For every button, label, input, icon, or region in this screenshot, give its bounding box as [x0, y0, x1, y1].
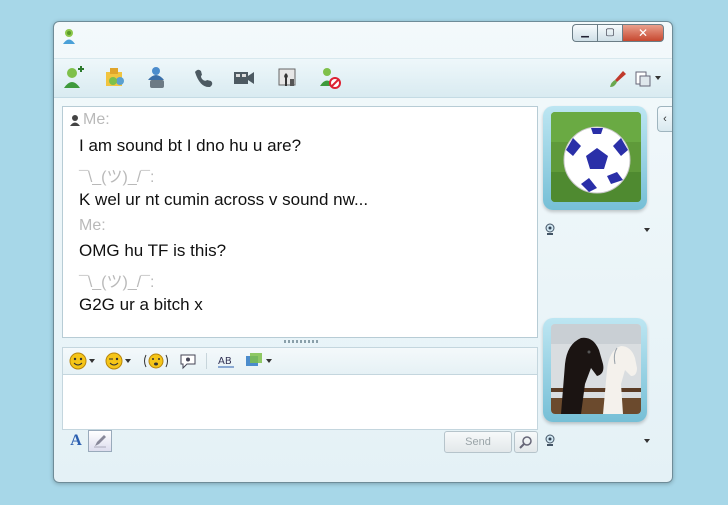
nudge-icon[interactable]	[143, 352, 169, 370]
user-display-picture	[551, 324, 641, 414]
message-text: OMG hu TF is this?	[79, 241, 227, 260]
toolbar-separator	[206, 353, 207, 369]
message-sender: ¯\_(ツ)_/¯:	[79, 169, 155, 186]
wink-dropdown-caret[interactable]	[125, 359, 131, 363]
message-text: G2G ur a bitch x	[79, 295, 203, 314]
paint-brush-icon[interactable]	[609, 70, 627, 88]
chevron-left-icon: ‹	[663, 113, 667, 125]
block-contact-icon[interactable]	[318, 66, 342, 90]
video-call-icon[interactable]	[232, 66, 256, 90]
emoticon-dropdown-caret[interactable]	[89, 359, 95, 363]
close-button[interactable]: ✕	[622, 24, 664, 42]
message-input[interactable]	[62, 374, 538, 430]
compose-toolbar: AB	[62, 347, 538, 374]
background-dropdown-caret[interactable]	[266, 359, 272, 363]
maximize-button[interactable]: ▢	[597, 24, 622, 42]
message-text: I am sound bt I dno hu u are?	[79, 136, 302, 155]
search-icon	[519, 436, 532, 449]
close-icon: ✕	[637, 26, 649, 40]
pane-splitter[interactable]	[284, 340, 318, 343]
menu-dropdown-caret[interactable]	[655, 76, 661, 80]
conversation-history: Me: I am sound bt I dno hu u are? ¯\_(ツ)…	[62, 106, 538, 338]
collapse-pane-button[interactable]: ‹	[657, 106, 672, 132]
message-text: K wel ur nt cumin across v sound nw...	[79, 190, 369, 209]
contact-display-picture	[551, 112, 641, 202]
font-icon[interactable]: AB	[217, 352, 235, 370]
phone-icon[interactable]	[192, 66, 216, 90]
maximize-icon: ▢	[605, 27, 615, 38]
menu-icon[interactable]	[634, 70, 652, 88]
window-controls: ▁ ▢ ✕	[572, 24, 664, 42]
contact-display-picture-frame[interactable]	[543, 106, 647, 210]
title-bar: ▁ ▢ ✕	[54, 22, 672, 52]
send-button[interactable]: Send	[444, 431, 512, 453]
message-sender: Me:	[83, 111, 110, 128]
background-icon[interactable]	[245, 352, 263, 370]
pen-icon	[94, 435, 106, 448]
font-button[interactable]: A	[66, 431, 86, 451]
compose-bottom-bar: A Send	[62, 430, 538, 454]
webcam-icon[interactable]	[544, 223, 556, 235]
conversation-toolbar	[54, 58, 672, 98]
search-button[interactable]	[514, 431, 538, 453]
messenger-buddy-icon	[63, 29, 75, 44]
handwriting-button[interactable]	[88, 430, 112, 452]
user-status-icon	[70, 115, 80, 126]
horses-image	[551, 324, 641, 414]
svg-text:AB: AB	[218, 356, 232, 367]
voice-clip-icon[interactable]	[179, 352, 197, 370]
user-display-picture-frame[interactable]	[543, 318, 647, 422]
webcam-icon[interactable]	[544, 434, 556, 446]
minimize-icon: ▁	[581, 27, 589, 38]
emoticon-icon[interactable]	[69, 352, 87, 370]
wink-icon[interactable]	[105, 352, 123, 370]
minimize-button[interactable]: ▁	[572, 24, 597, 42]
invite-contact-icon[interactable]	[62, 66, 86, 90]
games-icon[interactable]	[276, 66, 300, 90]
chat-window: ▁ ▢ ✕ Me: I am sound bt I dno hu u are? …	[53, 21, 673, 483]
message-sender: Me:	[79, 217, 106, 234]
share-files-icon[interactable]	[104, 66, 128, 90]
user-picture-dropdown-caret[interactable]	[644, 439, 650, 443]
soccer-ball-image	[551, 112, 641, 202]
contact-picture-dropdown-caret[interactable]	[644, 228, 650, 232]
message-sender: ¯\_(ツ)_/¯:	[79, 274, 155, 291]
call-contact-icon[interactable]	[146, 66, 170, 90]
